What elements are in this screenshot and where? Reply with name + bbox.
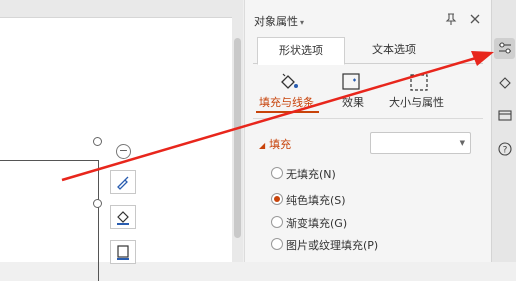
window-icon	[497, 110, 512, 121]
radio-button-checked[interactable]	[271, 193, 283, 205]
document-canvas-area: −	[0, 0, 243, 281]
radio-button[interactable]	[271, 238, 283, 250]
sub-tab-size-and-properties[interactable]: 大小与属性	[389, 94, 444, 110]
effects-icon[interactable]	[341, 72, 363, 92]
size-properties-icon[interactable]	[408, 72, 430, 92]
chevron-down-icon: ▾	[300, 18, 305, 27]
resize-handle-top-right[interactable]	[93, 137, 102, 146]
sub-tab-fill-and-line[interactable]: 填充与线条	[259, 94, 314, 110]
shape-outline-button[interactable]	[110, 240, 136, 264]
radio-label: 无填充(N)	[286, 168, 336, 181]
radio-label: 纯色填充(S)	[286, 194, 346, 207]
pin-icon[interactable]	[444, 12, 458, 26]
scrollbar-thumb[interactable]	[234, 38, 241, 238]
help-icon: ?	[497, 142, 512, 156]
tab-shape-options[interactable]: 形状选项	[257, 37, 345, 65]
shape-fill-button[interactable]	[110, 205, 136, 229]
outline-icon	[117, 245, 129, 260]
radio-button[interactable]	[271, 167, 283, 179]
right-side-toolbar: ?	[491, 0, 516, 262]
tab-text-options[interactable]: 文本选项	[351, 37, 437, 63]
object-properties-panel: 对象属性 ▾ 形状选项 文本选项 填充与线条 效果 大小与属性 ◢ 填充 ▼ 无填充…	[244, 0, 491, 262]
properties-sliders-icon	[498, 42, 511, 54]
style-brush-icon	[498, 77, 511, 89]
resize-handle-right[interactable]	[93, 199, 102, 208]
radio-button[interactable]	[271, 216, 283, 228]
close-icon[interactable]	[469, 13, 481, 25]
expand-triangle-icon: ◢	[259, 141, 266, 150]
collapse-toolbar-button[interactable]: −	[116, 144, 131, 159]
shape-style-button[interactable]	[110, 170, 136, 194]
fill-section-label: 填充	[269, 138, 292, 151]
sub-tab-effects[interactable]: 效果	[342, 94, 364, 110]
chevron-down-icon: ▼	[459, 139, 465, 147]
option-tabs: 形状选项 文本选项	[253, 37, 483, 65]
fill-preset-dropdown[interactable]: ▼	[370, 132, 471, 154]
selected-shape[interactable]	[0, 160, 99, 281]
help-button[interactable]: ?	[494, 139, 515, 160]
fill-section-header[interactable]: ◢ 填充	[259, 136, 291, 152]
radio-label: 图片或纹理填充(P)	[286, 239, 379, 252]
fill-line-icon[interactable]	[278, 72, 300, 92]
panel-title-text: 对象属性	[254, 15, 298, 28]
vertical-scrollbar[interactable]	[233, 32, 242, 262]
divider	[253, 118, 483, 119]
svg-text:?: ?	[502, 146, 507, 156]
radio-label: 渐变填充(G)	[286, 217, 348, 230]
active-sub-tab-indicator	[256, 111, 319, 113]
window-button[interactable]	[494, 106, 515, 127]
style-button[interactable]	[494, 72, 515, 93]
properties-button[interactable]	[494, 38, 515, 59]
fill-bucket-icon	[117, 211, 129, 225]
brush-icon	[117, 176, 129, 190]
panel-title[interactable]: 对象属性 ▾	[254, 13, 304, 29]
